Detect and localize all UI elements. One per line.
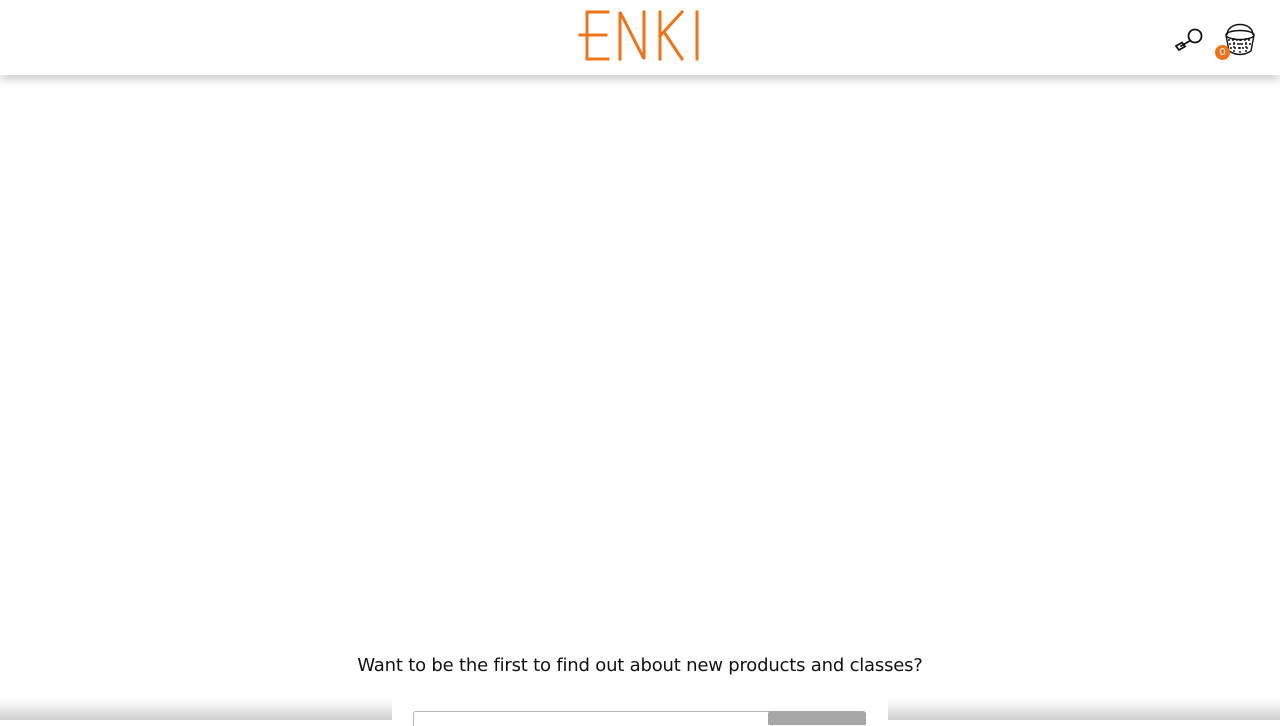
email-input[interactable] — [413, 711, 773, 726]
search-button[interactable] — [1172, 24, 1208, 54]
cart-count-badge: 0 — [1215, 45, 1230, 60]
enki-logo — [578, 9, 699, 62]
main-content — [0, 75, 1280, 645]
site-header: 0 — [0, 0, 1280, 75]
subscribe-button[interactable] — [768, 711, 866, 725]
newsletter-form — [392, 700, 888, 726]
search-icon — [1174, 28, 1203, 52]
logo-link[interactable] — [578, 9, 702, 62]
newsletter-heading: Want to be the first to find out about n… — [357, 655, 923, 676]
